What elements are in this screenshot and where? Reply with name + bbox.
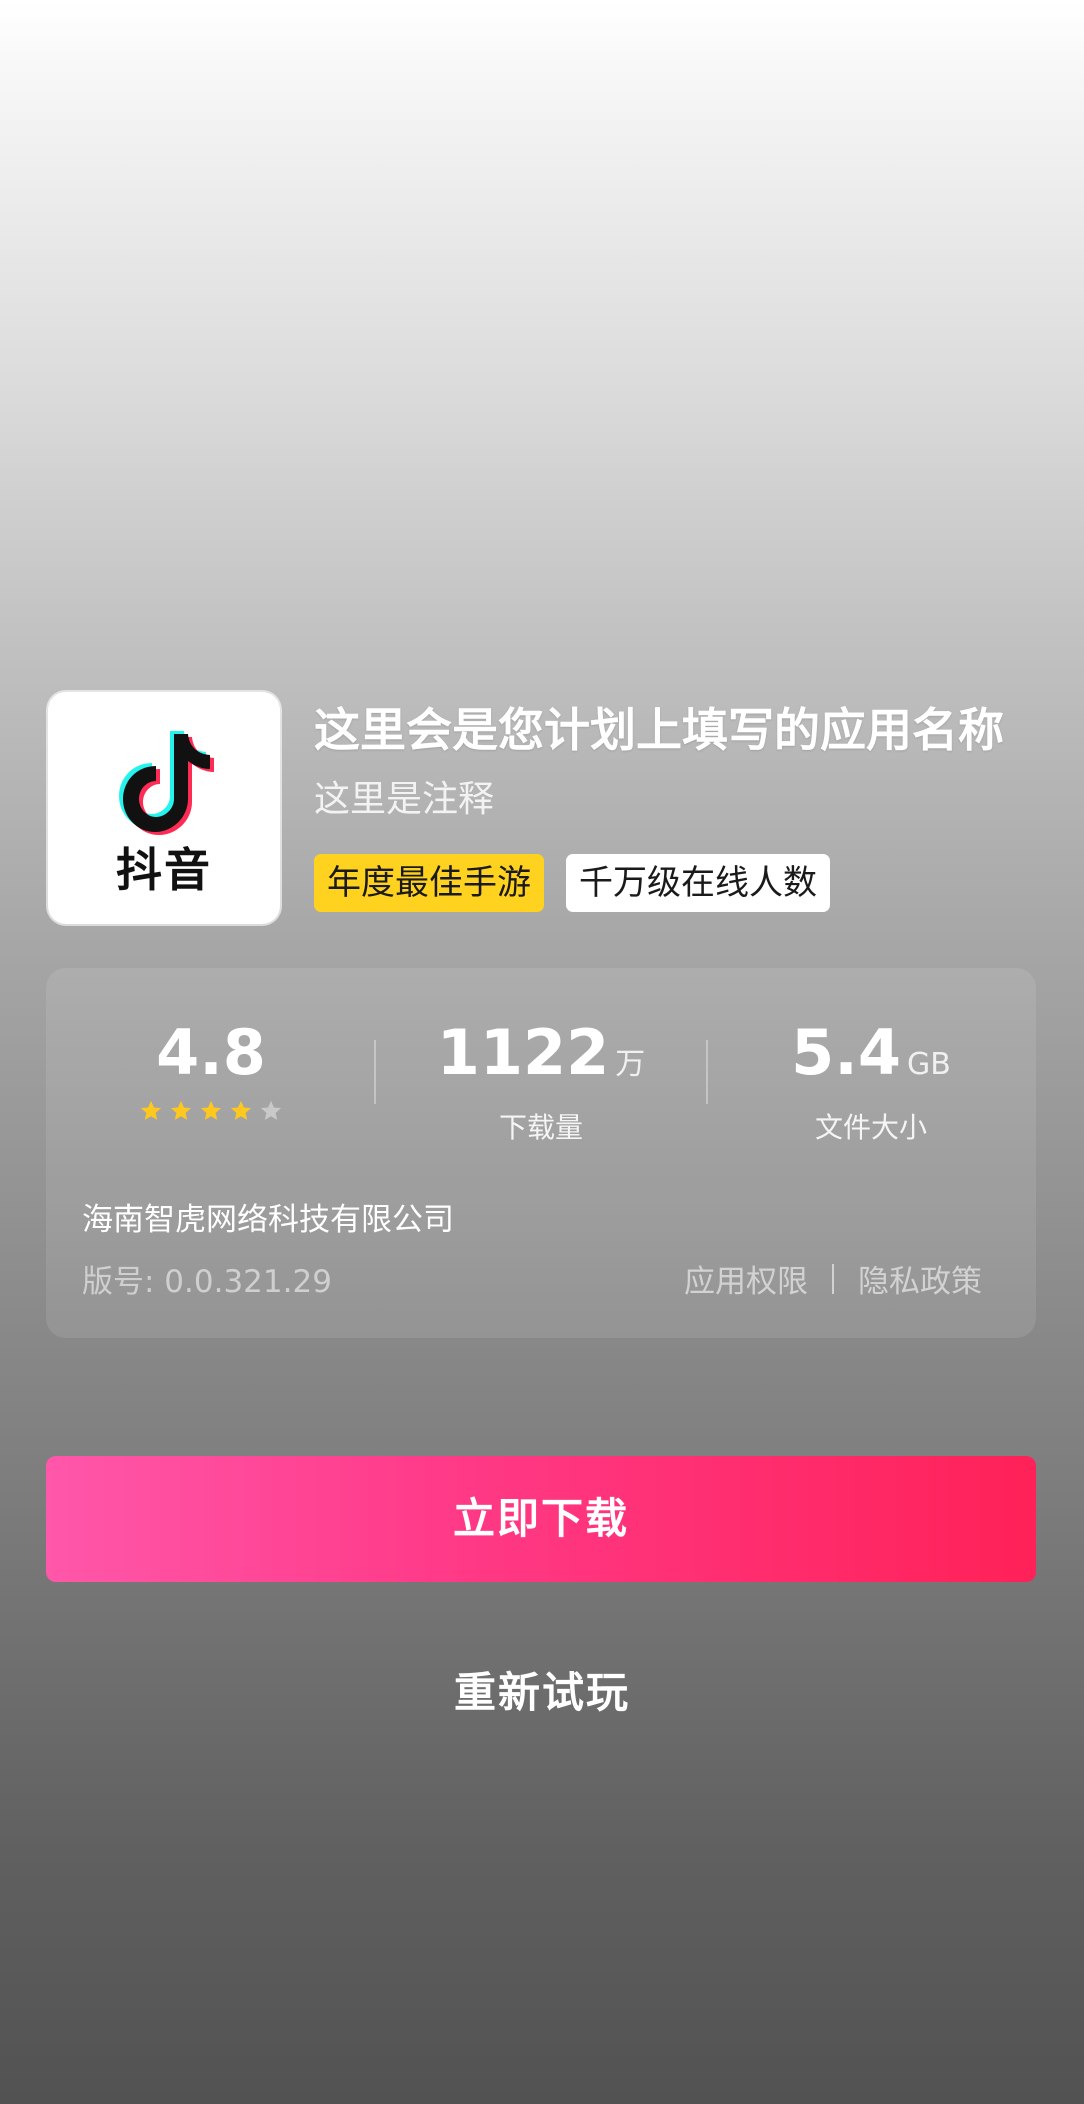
star-icon bbox=[230, 1100, 252, 1120]
size-label: 文件大小 bbox=[814, 1111, 927, 1144]
privacy-link[interactable]: 隐私政策 bbox=[858, 1256, 982, 1301]
downloads-unit: 万 bbox=[615, 1047, 646, 1082]
link-separator bbox=[832, 1263, 834, 1294]
downloads-value-row: 1122 万 bbox=[376, 1020, 706, 1098]
star-icon bbox=[200, 1100, 222, 1120]
retry-button[interactable]: 重新试玩 bbox=[342, 1658, 742, 1728]
version-number: 版号: 0.0.321.29 bbox=[82, 1264, 332, 1300]
size-unit: GB bbox=[907, 1047, 951, 1082]
size-stat: 5.4 GB 文件大小 bbox=[706, 1020, 1036, 1146]
app-subtitle: 这里是注释 bbox=[314, 779, 495, 820]
policy-links: 应用权限 隐私政策 bbox=[684, 1256, 982, 1301]
size-value: 5.4 bbox=[791, 1016, 901, 1089]
size-value-row: 5.4 GB bbox=[706, 1020, 1036, 1098]
developer-name: 海南智虎网络科技有限公司 bbox=[82, 1202, 454, 1238]
app-tags: 年度最佳手游 千万级在线人数 bbox=[314, 854, 830, 912]
permissions-link[interactable]: 应用权限 bbox=[684, 1256, 808, 1301]
star-icon bbox=[170, 1100, 192, 1120]
star-empty-icon bbox=[260, 1100, 282, 1120]
rating-stat: 4.8 bbox=[46, 1020, 376, 1122]
app-icon: 抖音 bbox=[48, 692, 280, 924]
star-icon bbox=[140, 1100, 162, 1120]
tag-best-game: 年度最佳手游 bbox=[314, 854, 544, 912]
tag-online-users: 千万级在线人数 bbox=[566, 854, 830, 912]
app-name: 这里会是您计划上填写的应用名称 bbox=[314, 703, 1004, 757]
downloads-stat: 1122 万 下载量 bbox=[376, 1020, 706, 1146]
rating-value: 4.8 bbox=[156, 1016, 266, 1089]
app-icon-label: 抖音 bbox=[116, 843, 212, 897]
downloads-value: 1122 bbox=[436, 1016, 610, 1089]
rating-stars bbox=[46, 1100, 376, 1122]
downloads-label: 下载量 bbox=[498, 1111, 583, 1144]
douyin-logo-icon bbox=[119, 731, 214, 835]
info-card: 4.8 1122 万 下载量 5.4 GB 文件大小 海南智虎网络科技有限公司 版号… bbox=[46, 968, 1036, 1338]
download-button[interactable]: 立即下载 bbox=[46, 1456, 1036, 1582]
